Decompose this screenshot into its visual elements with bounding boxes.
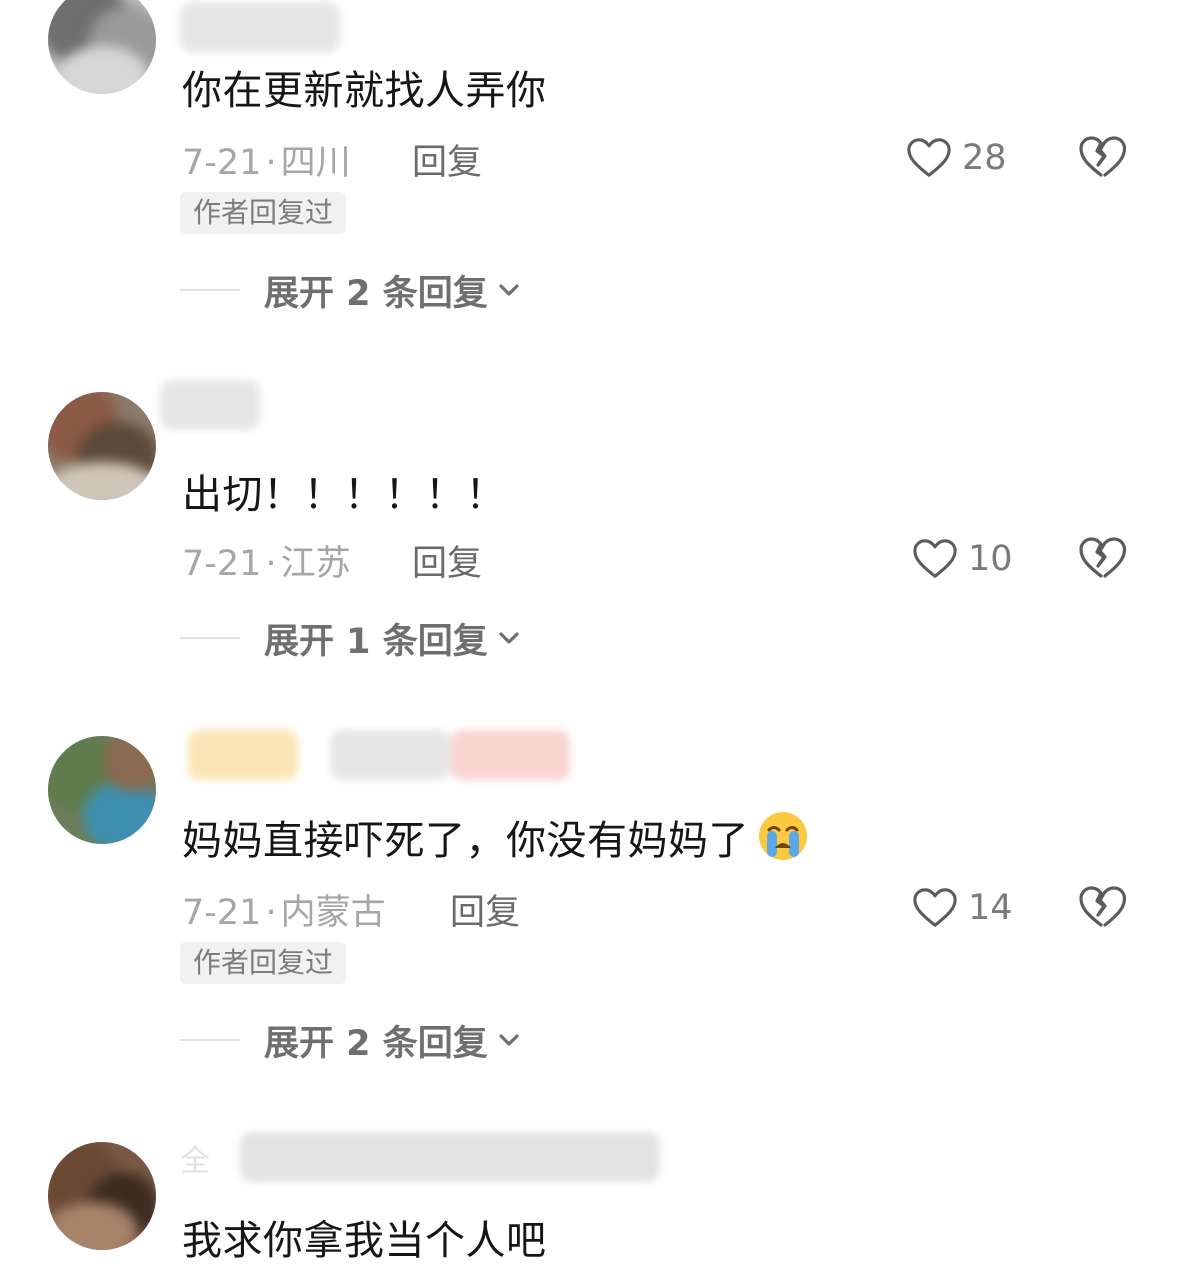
comment-location: 四川: [280, 143, 351, 183]
username-text: 全: [180, 1144, 210, 1179]
expand-replies-label: 展开 2 条回复: [264, 273, 488, 314]
broken-heart-icon: [1079, 537, 1127, 578]
comment-date: 7-21: [182, 893, 262, 933]
comment-date: 7-21: [182, 544, 262, 584]
like-count: 28: [962, 138, 1007, 178]
heart-outline-icon: [913, 539, 957, 578]
like-button[interactable]: 14: [912, 884, 1013, 932]
dislike-button[interactable]: [1078, 535, 1128, 583]
chevron-down-icon: [499, 632, 519, 644]
comment-meta: 7-21 · 四川 回复: [182, 134, 482, 183]
expand-replies-button[interactable]: 展开 2 条回复: [180, 1015, 522, 1065]
comment-location: 江苏: [280, 544, 351, 584]
username-blurred[interactable]: [180, 2, 660, 52]
comment-meta: 7-21 · 江苏 回复: [182, 535, 482, 584]
meta-dot: ·: [265, 143, 277, 183]
avatar[interactable]: [48, 392, 156, 500]
heart-outline-icon: [907, 138, 951, 177]
comment-text: 妈妈直接吓死了，你没有妈妈了: [182, 808, 809, 866]
like-button[interactable]: 10: [912, 535, 1013, 583]
expand-replies-label: 展开 2 条回复: [264, 1023, 488, 1064]
chevron-down-icon: [499, 284, 519, 296]
username-blurred[interactable]: [160, 380, 660, 430]
dislike-button[interactable]: [1078, 134, 1128, 182]
comment-text: 我求你拿我当个人吧: [182, 1218, 547, 1264]
username-blurred[interactable]: 全: [180, 1132, 660, 1182]
reply-button[interactable]: 回复: [450, 884, 520, 935]
comment-text: 你在更新就找人弄你: [182, 68, 547, 114]
expand-divider: [180, 1039, 240, 1041]
expand-divider: [180, 637, 240, 639]
avatar[interactable]: [48, 1142, 156, 1250]
author-replied-badge: 作者回复过: [180, 192, 347, 234]
reply-button[interactable]: 回复: [412, 134, 482, 185]
username-blurred[interactable]: [180, 730, 660, 780]
comment-text: 出切！！！！！！: [182, 472, 506, 518]
loudly-crying-face-icon: [759, 812, 807, 860]
reply-button[interactable]: 回复: [412, 535, 482, 586]
dislike-button[interactable]: [1078, 884, 1128, 932]
expand-replies-button[interactable]: 展开 2 条回复: [180, 265, 522, 315]
author-replied-badge: 作者回复过: [180, 942, 347, 984]
expand-divider: [180, 289, 240, 291]
comment-location: 内蒙古: [280, 893, 386, 933]
meta-dot: ·: [265, 893, 277, 933]
chevron-down-icon: [499, 1034, 519, 1046]
broken-heart-icon: [1079, 136, 1127, 177]
expand-replies-label: 展开 1 条回复: [264, 621, 488, 662]
comment-text-content: 妈妈直接吓死了，你没有妈妈了: [182, 818, 749, 864]
comment-date: 7-21: [182, 143, 262, 183]
like-button[interactable]: 28: [906, 134, 1007, 182]
comment-meta: 7-21 · 内蒙古 回复: [182, 884, 520, 933]
broken-heart-icon: [1079, 886, 1127, 927]
meta-dot: ·: [265, 544, 277, 584]
like-count: 10: [968, 539, 1013, 579]
avatar[interactable]: [48, 0, 156, 94]
like-count: 14: [968, 888, 1013, 928]
heart-outline-icon: [913, 888, 957, 927]
avatar[interactable]: [48, 736, 156, 844]
expand-replies-button[interactable]: 展开 1 条回复: [180, 613, 522, 663]
